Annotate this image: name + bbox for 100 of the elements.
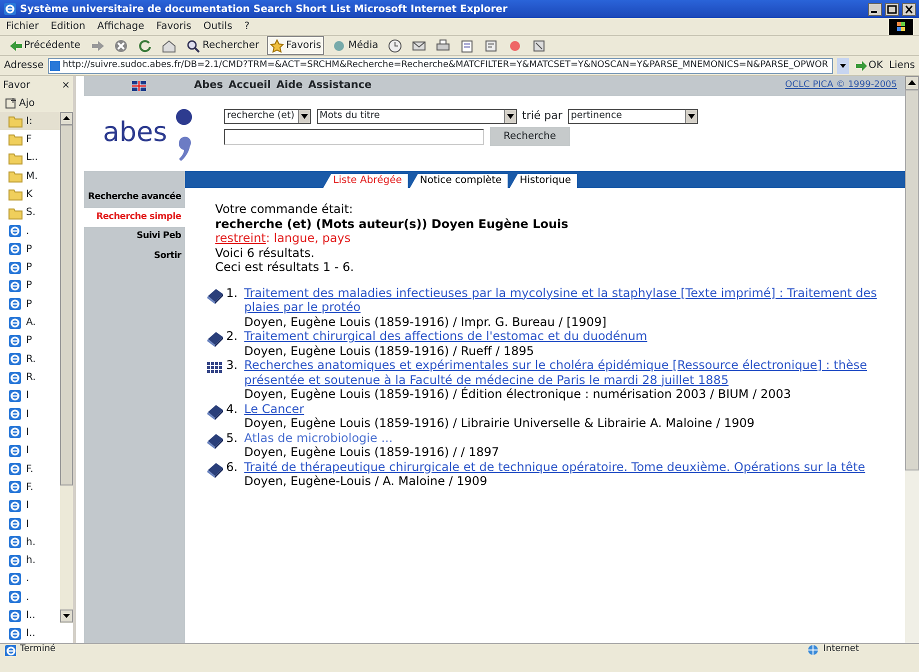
favorite-item[interactable]: L.. — [0, 148, 60, 167]
result-number: 5. — [226, 430, 239, 446]
refresh-icon[interactable] — [138, 38, 152, 52]
result-count: Voici 6 résultats. — [215, 246, 316, 260]
dropdown-arrow-icon — [506, 114, 514, 119]
close-button[interactable]: × — [62, 78, 70, 92]
favorite-item[interactable]: S. — [0, 204, 60, 222]
restriction-link[interactable]: restreint — [215, 231, 266, 245]
favorite-item[interactable]: M. — [0, 166, 60, 186]
favorite-item[interactable]: P — [0, 332, 60, 350]
result-title-link[interactable]: Traitement des maladies infectieuses par la mycolysine et la staphylase [Texte imprimé] : Traitement des plaies par le protéo — [244, 286, 897, 314]
page-icon — [48, 60, 61, 72]
menu-item[interactable]: Favoris — [156, 19, 192, 34]
tab[interactable]: Historique — [510, 174, 577, 188]
toolbar-button[interactable]: Rechercher — [184, 37, 262, 54]
stop-icon[interactable] — [114, 38, 128, 52]
menu-item[interactable]: Outils — [203, 19, 232, 34]
nav-link-text[interactable]: Aide — [276, 78, 303, 94]
go-button[interactable]: OK — [852, 57, 885, 74]
select-field[interactable]: pertinence — [568, 108, 698, 124]
page-icon — [8, 462, 23, 476]
maximize-button[interactable] — [885, 2, 899, 16]
toolbar-button[interactable]: Favoris — [267, 36, 324, 55]
nav-link-text[interactable]: Assistance — [308, 78, 372, 94]
copyright-link[interactable]: OCLC PICA © 1999-2005 — [785, 79, 897, 93]
favorite-item[interactable]: I — [0, 496, 60, 515]
dropdown-arrow-icon — [688, 114, 695, 119]
favorite-item[interactable]: . — [0, 588, 60, 606]
document-icon[interactable] — [460, 38, 474, 52]
favorite-item[interactable]: R. — [0, 368, 60, 387]
tab[interactable]: Notice complète — [410, 174, 508, 188]
favorite-item[interactable]: I — [0, 442, 60, 460]
result-title-link[interactable]: Atlas de microbiologie ... — [244, 430, 500, 445]
scrollbar[interactable] — [60, 112, 73, 623]
toolbar-button[interactable]: Média — [330, 37, 380, 54]
favorite-item[interactable]: F. — [0, 478, 60, 497]
folder-icon — [8, 206, 23, 220]
menu-item[interactable]: Edition — [50, 19, 86, 34]
favorite-item[interactable]: P — [0, 276, 60, 296]
favorite-item[interactable]: F — [0, 130, 60, 149]
favorite-item[interactable]: h. — [0, 533, 60, 552]
menu-item[interactable]: Affichage — [97, 19, 144, 34]
add-button[interactable]: Ajo — [3, 94, 37, 112]
nav-link-text[interactable]: Accueil — [228, 78, 271, 94]
close-button[interactable] — [902, 2, 916, 16]
scrollbar[interactable] — [905, 76, 919, 643]
favorite-item[interactable]: K — [0, 185, 60, 204]
page-icon — [8, 444, 23, 458]
favorite-item[interactable]: I — [0, 423, 60, 442]
result-range: Ceci est résultats 1 - 6. — [215, 260, 355, 274]
menu-item[interactable]: ? — [244, 19, 250, 34]
favorite-item[interactable]: P — [0, 258, 60, 277]
select-field[interactable]: recherche (et) — [224, 108, 311, 124]
favorite-item[interactable]: . — [0, 570, 60, 588]
toolbar-button[interactable]: Précédente — [6, 37, 82, 54]
logo-text: abes — [102, 116, 168, 150]
menu-item[interactable]: Fichier — [6, 19, 39, 34]
select-field[interactable]: Mots du titre — [316, 108, 516, 124]
result-details: Doyen, Eugène Louis (1859-1916) / Librairie Universelle & Librairie A. Maloine / 1909 — [244, 416, 755, 430]
favorite-item[interactable]: h. — [0, 552, 60, 570]
result-title-link[interactable]: Le Cancer — [244, 402, 755, 416]
sidebar-item[interactable]: Recherche simple — [84, 208, 186, 227]
favorite-item[interactable]: I.. — [0, 606, 60, 625]
home-icon[interactable] — [162, 38, 176, 52]
envelope-icon[interactable] — [412, 38, 426, 52]
favorite-item[interactable]: I — [0, 405, 60, 424]
circle-icon[interactable] — [508, 38, 522, 52]
book-icon — [206, 460, 224, 478]
query-command: recherche (et) (Mots auteur(s)) Doyen Eugène Louis — [215, 216, 570, 231]
favorite-item[interactable]: P — [0, 295, 60, 314]
favorite-item[interactable]: F. — [0, 460, 60, 478]
search-input[interactable] — [224, 128, 484, 145]
printer-icon[interactable] — [436, 38, 450, 52]
address-field[interactable]: http://suivre.sudoc.abes.fr/DB=2.1/CMD?TRM=&ACT=SRCHM&Recherche=Recherche&MATCFILTER=Y&MATCSET=Y&NOSCAN=Y&PARSE_MNEMONICS=N&PARSE_OPWOR — [48, 58, 832, 74]
result-number: 4. — [226, 402, 239, 418]
result-title-link[interactable]: Traité de thérapeutique chirurgicale et de technique opératoire. Tome deuxième. Opérations sur la tête — [244, 460, 866, 474]
favorite-item[interactable]: P — [0, 240, 60, 258]
folder-icon — [8, 114, 23, 128]
nav-link-text[interactable]: Abes — [194, 78, 224, 94]
favorite-item[interactable]: I — [0, 386, 60, 405]
links-button[interactable]: Liens — [888, 58, 915, 73]
page-icon — [4, 644, 16, 656]
favorite-item[interactable]: A. — [0, 313, 60, 332]
result-title-link[interactable]: Traitement chirurgical des affections de l'estomac et du duodénum — [244, 329, 648, 344]
document-icon[interactable] — [532, 38, 546, 52]
page-icon — [8, 260, 23, 275]
media-icon — [332, 38, 346, 52]
favorite-item[interactable]: I: — [0, 112, 60, 130]
favorite-item[interactable]: R. — [0, 350, 60, 368]
clock-icon[interactable] — [388, 38, 402, 52]
favorite-item[interactable]: . — [0, 222, 60, 240]
dropdown-arrow-icon — [301, 114, 308, 119]
document-icon[interactable] — [484, 38, 498, 52]
flag-icon[interactable] — [132, 81, 146, 91]
search-button[interactable]: Recherche — [490, 127, 570, 146]
result-title-link[interactable]: Recherches anatomiques et expérimentales sur le choléra épidémique [Ressource électronique] : thèse présentée et soutenue à la Faculté de médecine de Paris le mardi 28 juillet 1885 — [244, 358, 897, 387]
favorite-item[interactable]: I.. — [0, 624, 60, 643]
favorite-item[interactable]: I — [0, 514, 60, 534]
tab[interactable]: Liste Abrégée — [323, 174, 408, 188]
minimize-button[interactable] — [868, 2, 882, 16]
